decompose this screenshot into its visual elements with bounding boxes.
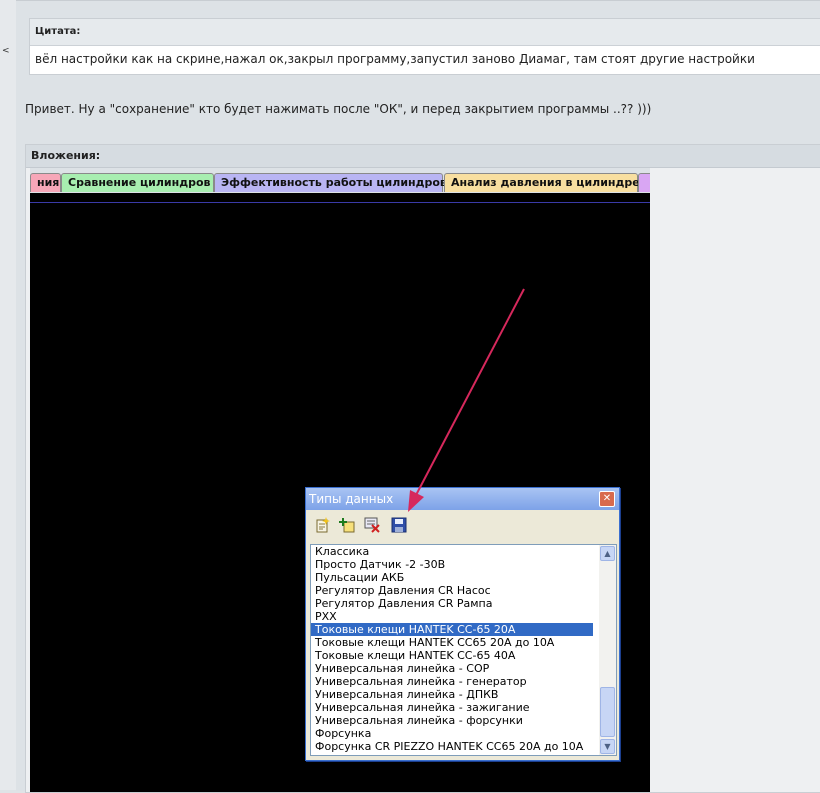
- list-item[interactable]: Токовые клещи HANTEK CC-65 40A: [311, 649, 593, 662]
- new-item-icon[interactable]: [314, 516, 332, 534]
- tab-underline: [30, 202, 650, 203]
- quote-block: Цитата: вёл настройки как на скрине,нажа…: [29, 18, 820, 75]
- dialog-toolbar: [306, 510, 619, 540]
- tab-strip: ния Сравнение цилиндров Эффективность рабо…: [30, 173, 650, 193]
- tab-1[interactable]: Сравнение цилиндров: [61, 173, 214, 192]
- dialog-titlebar[interactable]: Типы данных ✕: [306, 488, 619, 510]
- tab-3[interactable]: Анализ давления в цилиндре: [444, 173, 640, 192]
- left-gutter: <: [0, 0, 17, 790]
- list-item[interactable]: Токовые клещи HANTEK CC-65 20A: [311, 623, 593, 636]
- list-items: Классика Просто Датчик -2 -30В Пульсации А…: [311, 545, 616, 753]
- data-types-list[interactable]: Классика Просто Датчик -2 -30В Пульсации А…: [310, 544, 617, 756]
- list-item[interactable]: Пульсации АКБ: [311, 571, 593, 584]
- list-item[interactable]: Форсунка CR PIEZZO HANTEK CC65 20A до 10…: [311, 740, 593, 753]
- list-item[interactable]: Форсунка: [311, 727, 593, 740]
- dialog-title: Типы данных: [309, 492, 394, 506]
- close-icon[interactable]: ✕: [599, 491, 615, 507]
- list-item[interactable]: Универсальная линейка - форсунки: [311, 714, 593, 727]
- list-item[interactable]: Универсальная линейка - генератор: [311, 675, 593, 688]
- list-item[interactable]: Токовые клещи HANTEK CC65 20A до 10A: [311, 636, 593, 649]
- data-types-dialog: Типы данных ✕ Классика Просто Датчик -2 -…: [305, 487, 620, 761]
- list-item[interactable]: Универсальная линейка - ДПКВ: [311, 688, 593, 701]
- quote-text: вёл настройки как на скрине,нажал ок,зак…: [35, 52, 755, 66]
- list-scrollbar[interactable]: ▲ ▼: [599, 545, 616, 755]
- collapse-chevron-icon[interactable]: <: [2, 46, 10, 56]
- delete-item-icon[interactable]: [363, 516, 381, 534]
- scroll-up-icon[interactable]: ▲: [600, 546, 615, 561]
- tab-0[interactable]: ния: [30, 173, 61, 192]
- tab-2[interactable]: Эффективность работы цилиндров: [214, 173, 447, 192]
- scroll-thumb[interactable]: [600, 687, 615, 737]
- tab-4[interactable]: [638, 173, 650, 192]
- list-item[interactable]: Регулятор Давления CR Рампа: [311, 597, 593, 610]
- list-item[interactable]: Просто Датчик -2 -30В: [311, 558, 593, 571]
- list-item[interactable]: Универсальная линейка - зажигание: [311, 701, 593, 714]
- list-item[interactable]: РХХ: [311, 610, 593, 623]
- save-icon[interactable]: [390, 516, 408, 534]
- scroll-down-icon[interactable]: ▼: [600, 739, 615, 754]
- reply-text: Привет. Ну а "сохранение" кто будет нажи…: [25, 102, 652, 116]
- list-item[interactable]: Универсальная линейка - СОР: [311, 662, 593, 675]
- attachments-header: Вложения:: [26, 145, 820, 168]
- add-item-icon[interactable]: [339, 516, 357, 534]
- quote-header: Цитата:: [30, 19, 820, 46]
- list-item[interactable]: Регулятор Давления CR Насос: [311, 584, 593, 597]
- list-item[interactable]: Классика: [311, 545, 593, 558]
